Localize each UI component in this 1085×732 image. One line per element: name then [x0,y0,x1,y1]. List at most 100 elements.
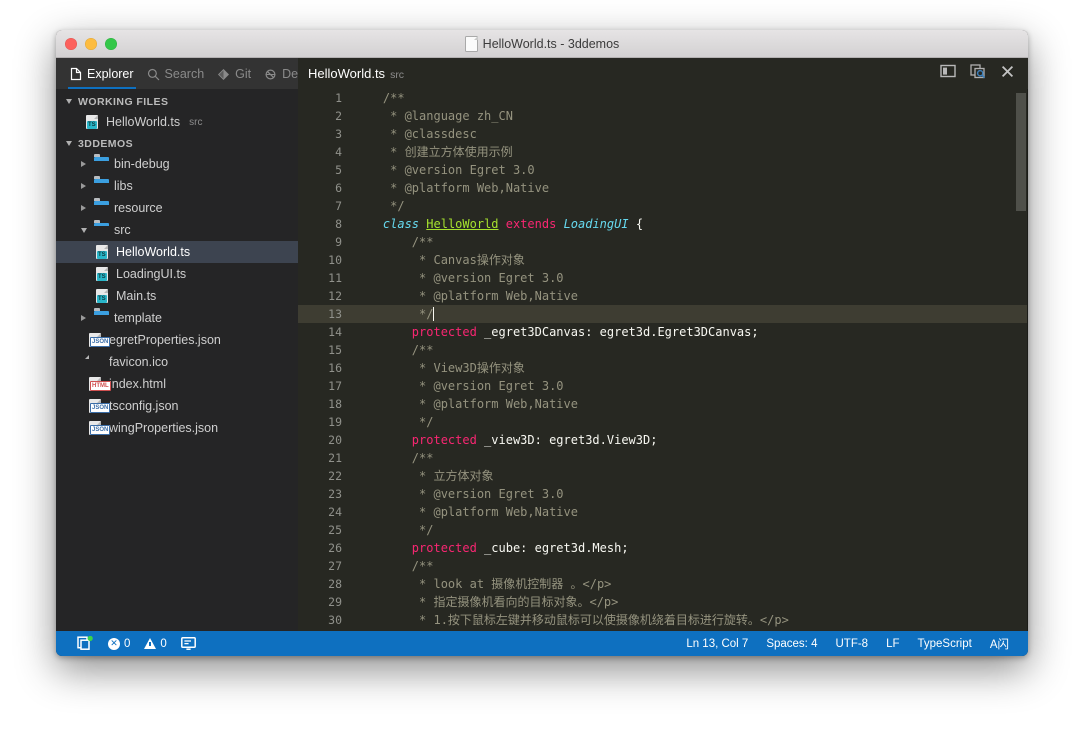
code-line[interactable]: 20 protected _view3D: egret3d.View3D; [298,431,1028,449]
code-line[interactable]: 3 * @classdesc [298,125,1028,143]
tree-item-helloworld-ts[interactable]: TS HelloWorld.ts [56,241,298,263]
tab-git[interactable]: Git [213,59,260,89]
scrollbar-thumb[interactable] [1016,93,1026,211]
code-line[interactable]: 25 */ [298,521,1028,539]
code-line[interactable]: 23 * @version Egret 3.0 [298,485,1028,503]
code-line[interactable]: 5 * @version Egret 3.0 [298,161,1028,179]
close-window-button[interactable] [65,38,77,50]
indentation[interactable]: Spaces: 4 [757,631,826,656]
code-line[interactable]: 15 /** [298,341,1028,359]
code-line[interactable]: 19 */ [298,413,1028,431]
code-token: /** [354,451,433,465]
code-line[interactable]: 1 /** [298,89,1028,107]
minimize-window-button[interactable] [85,38,97,50]
tree-item-template[interactable]: template [56,307,298,329]
code-line[interactable]: 12 * @platform Web,Native [298,287,1028,305]
code-line[interactable]: 13 */ [298,305,1028,323]
code-token: protected [412,541,477,555]
code-line-text: * @platform Web,Native [354,287,1028,305]
warnings-count-label: 0 [160,638,166,650]
breadcrumb[interactable]: HelloWorld.ts src [308,66,404,81]
tree-item-resource[interactable]: resource [56,197,298,219]
chevron-right-icon[interactable] [78,183,89,189]
tree-item-tsconfig-json[interactable]: JSON tsconfig.json [56,395,298,417]
code-line[interactable]: 28 * look at 摄像机控制器 。</p> [298,575,1028,593]
code-line[interactable]: 8 class HelloWorld extends LoadingUI { [298,215,1028,233]
code-line[interactable]: 6 * @platform Web,Native [298,179,1028,197]
chevron-down-icon[interactable] [78,228,89,233]
tab-search[interactable]: Search [143,59,214,89]
code-line[interactable]: 26 protected _cube: egret3d.Mesh; [298,539,1028,557]
tree-item-wingproperties-json[interactable]: JSON wingProperties.json [56,417,298,439]
language-mode[interactable]: TypeScript [909,631,981,656]
code-line[interactable]: 18 * @platform Web,Native [298,395,1028,413]
warnings-count[interactable]: 0 [137,631,173,656]
preview-icon[interactable] [970,64,987,84]
encoding[interactable]: UTF-8 [826,631,877,656]
editor-path-suffix: src [390,69,404,81]
code-line-text: * @version Egret 3.0 [354,269,1028,287]
maximize-window-button[interactable] [105,38,117,50]
tree-item-libs[interactable]: libs [56,175,298,197]
remote-window-icon[interactable] [70,631,101,656]
code-line[interactable]: 17 * @version Egret 3.0 [298,377,1028,395]
tree-item-src[interactable]: src [56,219,298,241]
code-token: /** [383,91,405,105]
code-line[interactable]: 7 */ [298,197,1028,215]
code-line[interactable]: 14 protected _egret3DCanvas: egret3d.Egr… [298,323,1028,341]
close-icon[interactable] [1001,65,1014,83]
workbench: Explorer Search [56,58,1028,631]
code-line[interactable]: 22 * 立方体对象 [298,467,1028,485]
code-line[interactable]: 10 * Canvas操作对象 [298,251,1028,269]
ime-indicator[interactable]: A闪 [981,631,1018,656]
code-line[interactable]: 16 * View3D操作对象 [298,359,1028,377]
line-number: 12 [298,287,354,305]
section-header-project[interactable]: 3DDEMOS [56,134,298,153]
code-line[interactable]: 27 /** [298,557,1028,575]
code-line-text: protected _cube: egret3d.Mesh; [354,539,1028,557]
tree-item-egretproperties-json[interactable]: JSON egretProperties.json [56,329,298,351]
code-line[interactable]: 9 /** [298,233,1028,251]
tree-item-label: HelloWorld.ts [116,245,190,259]
line-number: 16 [298,359,354,377]
line-number: 8 [298,215,354,233]
code-line[interactable]: 11 * @version Egret 3.0 [298,269,1028,287]
code-token: * @platform Web,Native [354,505,578,519]
cursor-position[interactable]: Ln 13, Col 7 [677,631,757,656]
section-header-working-files[interactable]: WORKING FILES [56,92,298,111]
split-editor-icon[interactable] [940,64,956,83]
code-line[interactable]: 4 * 创建立方体使用示例 [298,143,1028,161]
tree-item-favicon-ico[interactable]: favicon.ico [56,351,298,373]
json-file-icon: JSON [89,399,104,414]
code-editor[interactable]: 1 /**2 * @language zh_CN3 * @classdesc4 … [298,89,1028,631]
code-line[interactable]: 30 * 1.按下鼠标左键并移动鼠标可以使摄像机绕着目标进行旋转。</p> [298,611,1028,629]
eol[interactable]: LF [877,631,908,656]
chevron-right-icon[interactable] [78,205,89,211]
code-token [354,325,412,339]
editor-scrollbar[interactable] [1014,89,1028,631]
code-token: /** [354,343,433,357]
working-file-item[interactable]: TS HelloWorld.ts src [56,111,298,133]
chevron-right-icon[interactable] [78,315,89,321]
tree-item-index-html[interactable]: HTML index.html [56,373,298,395]
chevron-right-icon[interactable] [78,161,89,167]
code-content[interactable]: 1 /**2 * @language zh_CN3 * @classdesc4 … [298,89,1028,629]
code-token: * @version Egret 3.0 [354,379,564,393]
chevron-down-icon [66,141,72,146]
tree-item-bin-debug[interactable]: bin-debug [56,153,298,175]
code-line[interactable]: 29 * 指定摄像机看向的目标对象。</p> [298,593,1028,611]
output-panel-icon[interactable] [174,631,203,656]
code-line[interactable]: 24 * @platform Web,Native [298,503,1028,521]
ts-file-icon: TS [96,289,111,304]
tree-item-main-ts[interactable]: TS Main.ts [56,285,298,307]
code-token [354,433,412,447]
tree-item-loadingui-ts[interactable]: TS LoadingUI.ts [56,263,298,285]
code-line[interactable]: 2 * @language zh_CN [298,107,1028,125]
code-line[interactable]: 21 /** [298,449,1028,467]
folder-icon [94,157,109,172]
tab-explorer[interactable]: Explorer [66,59,143,89]
line-number: 26 [298,539,354,557]
code-token: */ [354,523,433,537]
errors-count[interactable]: ✕ 0 [101,631,137,656]
code-line-text: * look at 摄像机控制器 。</p> [354,575,1028,593]
